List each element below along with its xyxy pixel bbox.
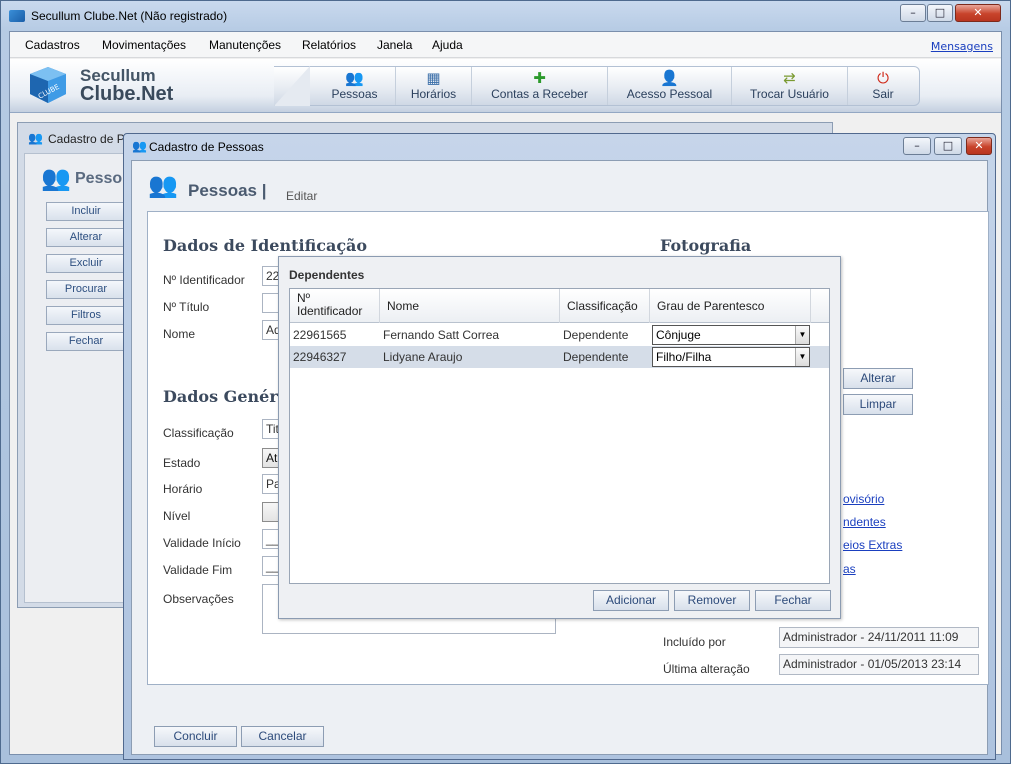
menu-movimentacoes[interactable]: Movimentações	[102, 38, 186, 52]
alterar-button[interactable]: Alterar	[46, 228, 126, 247]
toolbar-pessoas-button[interactable]: 👥 Pessoas	[314, 67, 396, 105]
dropdown-arrow-icon[interactable]: ▼	[795, 326, 809, 344]
toolbar: 👥 Pessoas ▦ Horários ✚ Contas a Receber …	[274, 66, 920, 106]
row-identificador: 22946327	[293, 350, 347, 364]
column-classificacao[interactable]: Classificação	[560, 289, 650, 323]
close-button[interactable]: ✕	[955, 4, 1001, 22]
toolbar-acesso-pessoal-button[interactable]: 👤 Acesso Pessoal	[608, 67, 732, 105]
dependentes-title: Dependentes	[289, 268, 365, 282]
grau-value: Filho/Filha	[656, 350, 712, 364]
foto-alterar-button[interactable]: Alterar	[843, 368, 913, 389]
menu-cadastros[interactable]: Cadastros	[25, 38, 80, 52]
toolbar-slant	[274, 66, 310, 106]
people-icon: 👥	[345, 69, 364, 87]
people-icon: 👥	[41, 164, 71, 192]
schedule-icon: ▦	[426, 69, 441, 87]
fotografia-title: Fotografia	[660, 236, 752, 255]
nivel-label: Nível	[163, 509, 191, 523]
nome-label: Nome	[163, 327, 196, 341]
minimize-button[interactable]: –	[900, 4, 926, 22]
toolbar-contas-receber-button[interactable]: ✚ Contas a Receber	[472, 67, 608, 105]
grau-parentesco-select[interactable]: Filho/Filha ▼	[652, 347, 810, 367]
adicionar-button[interactable]: Adicionar	[593, 590, 669, 611]
column-nome[interactable]: Nome	[380, 289, 560, 323]
menu-ajuda[interactable]: Ajuda	[432, 38, 463, 52]
cadastro-header-title: Pessoas |	[188, 181, 267, 200]
titulo-label: Nº Título	[163, 300, 210, 314]
toolbar-trocar-usuario-button[interactable]: ⇄ Trocar Usuário	[732, 67, 848, 105]
banner: CLUBE Secullum Clube.Net 👥 Pessoas ▦ Hor…	[10, 59, 1001, 113]
bg-window-title: Cadastro de P	[48, 132, 125, 146]
person-access-icon: 👤	[660, 69, 679, 87]
row-nome: Lidyane Araujo	[383, 350, 463, 364]
estado-label: Estado	[163, 456, 201, 470]
excluir-button[interactable]: Excluir	[46, 254, 126, 273]
brand-name-bottom: Clube.Net	[80, 83, 174, 105]
bg-header-title: Pesso	[75, 170, 123, 187]
toolbar-horarios-button[interactable]: ▦ Horários	[396, 67, 472, 105]
dependentes-grid: Nº Identificador Nome Classificação Grau…	[289, 288, 830, 584]
filtros-button[interactable]: Filtros	[46, 306, 126, 325]
power-icon: ⏻	[877, 69, 889, 87]
classificacao-label: Classificação	[163, 426, 234, 440]
app-icon	[9, 10, 25, 22]
cadastro-header-mode: Editar	[286, 189, 318, 203]
toolbar-sair-button[interactable]: ⏻ Sair	[848, 67, 918, 105]
identificacao-title: Dados de Identificação	[163, 236, 368, 255]
fechar-dialog-button[interactable]: Fechar	[755, 590, 831, 611]
procurar-button[interactable]: Procurar	[46, 280, 126, 299]
alteracao-value: Administrador - 01/05/2013 23:14	[779, 654, 979, 675]
horario-label: Horário	[163, 482, 203, 496]
grid-header: Nº Identificador Nome Classificação Grau…	[290, 289, 829, 323]
concluir-button[interactable]: Concluir	[154, 726, 237, 747]
maximize-button[interactable]: □	[927, 4, 953, 22]
grau-parentesco-select[interactable]: Cônjuge ▼	[652, 325, 810, 345]
grau-value: Cônjuge	[656, 328, 701, 342]
identificador-label: Nº Identificador	[163, 273, 245, 287]
menu-bar: Cadastros Movimentações Manutenções Rela…	[10, 32, 1001, 58]
observacoes-label: Observações	[163, 592, 234, 606]
fechar-button[interactable]: Fechar	[46, 332, 126, 351]
menu-manutencoes[interactable]: Manutenções	[209, 38, 281, 52]
row-classificacao: Dependente	[563, 350, 629, 364]
validade-fim-label: Validade Fim	[163, 563, 233, 577]
cadastro-maximize-button[interactable]: □	[934, 137, 962, 155]
cadastro-close-button[interactable]: ✕	[966, 137, 992, 155]
column-grau-parentesco[interactable]: Grau de Parentesco	[650, 289, 811, 323]
people-icon: 👥	[132, 139, 147, 153]
menu-relatorios[interactable]: Relatórios	[302, 38, 356, 52]
dropdown-arrow-icon[interactable]: ▼	[795, 348, 809, 366]
row-classificacao: Dependente	[563, 328, 629, 342]
row-nome: Fernando Satt Correa	[383, 328, 500, 342]
app-title: Secullum Clube.Net (Não registrado)	[31, 9, 228, 23]
dependentes-dialog: Dependentes Nº Identificador Nome Classi…	[278, 256, 841, 619]
row-identificador: 22961565	[293, 328, 347, 342]
remover-button[interactable]: Remover	[674, 590, 750, 611]
cancelar-button[interactable]: Cancelar	[241, 726, 324, 747]
incluido-value: Administrador - 24/11/2011 11:09	[779, 627, 979, 648]
validade-inicio-label: Validade Início	[163, 536, 241, 550]
foto-limpar-button[interactable]: Limpar	[843, 394, 913, 415]
switch-user-icon: ⇄	[783, 69, 796, 87]
people-icon: 👥	[148, 171, 178, 199]
provisorio-link[interactable]: ovisório	[843, 492, 884, 506]
title-bar: Secullum Clube.Net (Não registrado) – □ …	[1, 1, 1010, 31]
clube-logo-icon: CLUBE	[30, 67, 66, 103]
cadastro-minimize-button[interactable]: –	[903, 137, 931, 155]
table-row[interactable]: 22946327 Lidyane Araujo Dependente Filho…	[290, 346, 829, 368]
dependentes-link[interactable]: ndentes	[843, 515, 886, 529]
table-row[interactable]: 22961565 Fernando Satt Correa Dependente…	[290, 324, 829, 346]
add-money-icon: ✚	[533, 69, 546, 87]
column-identificador[interactable]: Nº Identificador	[290, 289, 380, 323]
extra-link[interactable]: as	[843, 562, 856, 576]
cadastro-window-title: Cadastro de Pessoas	[149, 140, 264, 154]
mensagens-link[interactable]: Mensagens	[931, 40, 993, 53]
incluir-button[interactable]: Incluir	[46, 202, 126, 221]
menu-janela[interactable]: Janela	[377, 38, 412, 52]
people-icon: 👥	[28, 131, 43, 145]
incluido-label: Incluído por	[663, 635, 726, 649]
convites-extras-link[interactable]: eios Extras	[843, 538, 902, 552]
alteracao-label: Última alteração	[663, 662, 750, 676]
